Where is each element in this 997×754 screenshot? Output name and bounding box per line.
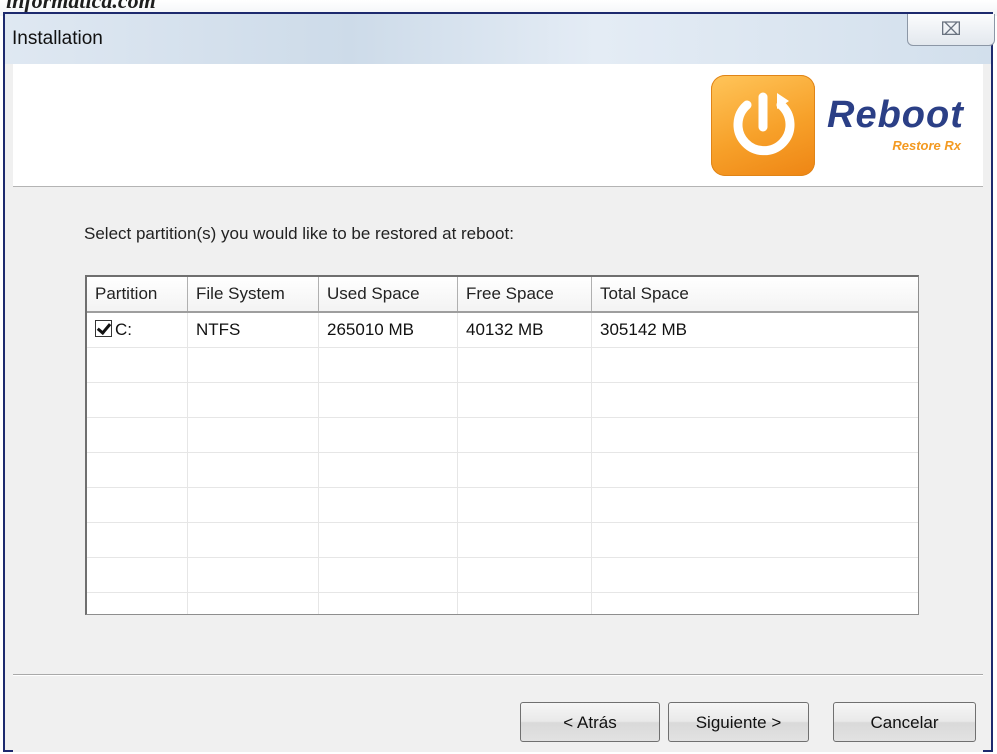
brand-subtitle: Restore Rx bbox=[892, 138, 961, 153]
power-icon bbox=[711, 75, 815, 176]
total-space-cell: 305142 MB bbox=[600, 320, 687, 339]
table-header: Partition File System Used Space Free Sp… bbox=[87, 277, 918, 313]
brand-name: Reboot bbox=[827, 94, 964, 136]
back-button[interactable]: < Atrás bbox=[520, 702, 660, 742]
column-header-used-space[interactable]: Used Space bbox=[319, 277, 458, 311]
empty-row bbox=[87, 488, 918, 523]
window-title: Installation bbox=[12, 28, 103, 49]
footer-divider bbox=[13, 674, 983, 676]
cancel-button[interactable]: Cancelar bbox=[833, 702, 976, 742]
partition-label: C: bbox=[115, 320, 132, 339]
column-header-total-space[interactable]: Total Space bbox=[592, 277, 918, 311]
free-space-cell: 40132 MB bbox=[458, 313, 592, 347]
used-space-cell: 265010 MB bbox=[319, 313, 458, 347]
empty-row bbox=[87, 453, 918, 488]
wizard-header: Reboot Restore Rx bbox=[13, 64, 983, 187]
empty-row bbox=[87, 348, 918, 383]
empty-row bbox=[87, 523, 918, 558]
next-button[interactable]: Siguiente > bbox=[668, 702, 809, 742]
table-row[interactable]: C: NTFS 265010 MB 40132 MB 305142 MB bbox=[87, 313, 918, 348]
title-bar: Installation ⌧ bbox=[5, 14, 995, 64]
empty-row bbox=[87, 593, 918, 614]
column-header-free-space[interactable]: Free Space bbox=[458, 277, 592, 311]
file-system-cell: NTFS bbox=[188, 313, 319, 347]
empty-row bbox=[87, 383, 918, 418]
column-header-partition[interactable]: Partition bbox=[87, 277, 188, 311]
close-icon: ⌧ bbox=[940, 19, 962, 39]
close-button[interactable]: ⌧ bbox=[907, 14, 995, 46]
dialog-client-area: Reboot Restore Rx Select partition(s) yo… bbox=[13, 64, 983, 752]
installation-window: Installation ⌧ Reboot Restore Rx Select … bbox=[3, 12, 995, 752]
instruction-text: Select partition(s) you would like to be… bbox=[84, 224, 514, 243]
column-header-file-system[interactable]: File System bbox=[188, 277, 319, 311]
partition-table: Partition File System Used Space Free Sp… bbox=[85, 275, 919, 615]
empty-row bbox=[87, 558, 918, 593]
partition-cell: C: bbox=[87, 313, 188, 347]
empty-row bbox=[87, 418, 918, 453]
partition-checkbox[interactable] bbox=[95, 320, 112, 337]
